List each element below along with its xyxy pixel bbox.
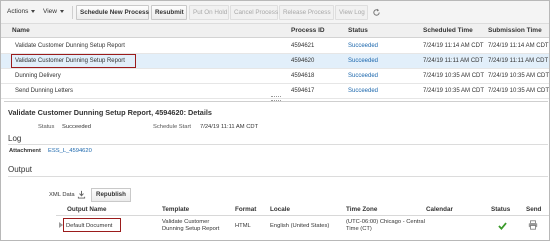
toolbar: Actions View Schedule New Process Resubm… xyxy=(1,1,549,24)
table-row[interactable]: Validate Customer Dunning Setup Report 4… xyxy=(1,39,549,54)
status-label: Status xyxy=(38,124,55,130)
row-submission-time: 7/24/19 11:11 AM CDT xyxy=(488,58,549,64)
row-process-id: 4594618 xyxy=(291,73,315,79)
details-title: Validate Customer Dunning Setup Report, … xyxy=(8,108,212,117)
row-name: Validate Customer Dunning Setup Report xyxy=(15,58,125,64)
column-header-process-id[interactable]: Process ID xyxy=(291,27,325,34)
scheduled-processes-panel: Actions View Schedule New Process Resubm… xyxy=(0,0,550,241)
column-header-output-name[interactable]: Output Name xyxy=(67,206,107,213)
refresh-icon[interactable] xyxy=(372,8,381,17)
column-header-format[interactable]: Format xyxy=(235,206,256,213)
row-submission-time: 7/24/19 10:35 AM CDT xyxy=(488,88,550,94)
row-status-link[interactable]: Succeeded xyxy=(348,43,378,49)
cancel-process-button[interactable]: Cancel Process xyxy=(230,5,278,20)
row-name: Dunning Delivery xyxy=(15,73,61,79)
column-header-scheduled-time[interactable]: Scheduled Time xyxy=(423,27,473,34)
view-menu[interactable]: View xyxy=(43,8,64,15)
chevron-right-icon[interactable] xyxy=(59,222,63,228)
schedule-new-process-button[interactable]: Schedule New Process xyxy=(76,5,149,20)
row-scheduled-time: 7/24/19 11:14 AM CDT xyxy=(423,43,484,49)
row-status-link[interactable]: Succeeded xyxy=(348,58,378,64)
download-icon[interactable] xyxy=(77,190,86,199)
view-log-button[interactable]: View Log xyxy=(335,5,368,20)
column-header-locale[interactable]: Locale xyxy=(270,206,290,213)
output-divider xyxy=(8,176,548,177)
column-header-template[interactable]: Template xyxy=(162,206,189,213)
toolbar-divider xyxy=(72,6,73,19)
release-process-button[interactable]: Release Process xyxy=(279,5,334,20)
row-scheduled-time: 7/24/19 11:11 AM CDT xyxy=(423,58,484,64)
green-check-icon xyxy=(498,222,507,230)
log-divider xyxy=(8,144,548,145)
output-template: Validate Customer Dunning Setup Report xyxy=(162,219,220,232)
table-row-selected[interactable]: Validate Customer Dunning Setup Report 4… xyxy=(1,54,549,69)
xml-data-label: XML Data xyxy=(49,192,75,198)
chevron-down-icon xyxy=(59,9,64,13)
output-format: HTML xyxy=(235,223,251,229)
column-header-calendar[interactable]: Calendar xyxy=(426,206,453,213)
row-submission-time: 7/24/19 11:14 AM CDT xyxy=(488,43,549,49)
row-process-id: 4594620 xyxy=(291,58,315,64)
row-scheduled-time: 7/24/19 10:35 AM CDT xyxy=(423,88,485,94)
column-header-time-zone[interactable]: Time Zone xyxy=(346,206,377,213)
row-submission-time: 7/24/19 10:35 AM CDT xyxy=(488,73,550,79)
schedule-start-value: 7/24/19 11:11 AM CDT xyxy=(200,124,259,130)
column-header-send[interactable]: Send xyxy=(526,206,541,213)
pane-resize-handle[interactable] xyxy=(261,96,291,101)
output-name: Default Document xyxy=(66,223,113,229)
log-heading: Log xyxy=(8,134,22,143)
column-header-status[interactable]: Status xyxy=(348,27,368,34)
row-process-id: 4594621 xyxy=(291,43,315,49)
attachment-link[interactable]: ESS_L_4594620 xyxy=(48,148,92,154)
status-value: Succeeded xyxy=(62,124,92,130)
processes-table-header: Name Process ID Status Scheduled Time Su… xyxy=(1,24,549,38)
output-table-header: Output Name Template Format Locale Time … xyxy=(56,205,549,216)
republish-button[interactable]: Republish xyxy=(91,188,131,202)
column-header-submission-time[interactable]: Submission Time xyxy=(488,27,542,34)
output-locale: English (United States) xyxy=(270,223,330,229)
actions-menu-label: Actions xyxy=(7,8,29,15)
row-name: Validate Customer Dunning Setup Report xyxy=(15,43,125,49)
column-header-name[interactable]: Name xyxy=(12,27,30,34)
row-name: Send Dunning Letters xyxy=(15,88,74,94)
details-divider xyxy=(4,101,548,102)
view-menu-label: View xyxy=(43,8,57,15)
resubmit-button[interactable]: Resubmit xyxy=(151,5,187,20)
put-on-hold-button[interactable]: Put On Hold xyxy=(189,5,229,20)
attachment-label: Attachment xyxy=(9,148,41,154)
chevron-down-icon xyxy=(31,9,36,13)
output-time-zone: (UTC-06:00) Chicago - Central Time (CT) xyxy=(346,219,425,232)
printer-icon[interactable] xyxy=(528,220,538,230)
row-process-id: 4594617 xyxy=(291,88,315,94)
row-scheduled-time: 7/24/19 10:35 AM CDT xyxy=(423,73,485,79)
table-row[interactable]: Dunning Delivery 4594618 Succeeded 7/24/… xyxy=(1,69,550,84)
schedule-start-label: Schedule Start xyxy=(153,124,192,130)
row-status-link[interactable]: Succeeded xyxy=(348,73,378,79)
output-heading: Output xyxy=(8,165,33,174)
actions-menu[interactable]: Actions xyxy=(7,8,36,15)
row-status-link[interactable]: Succeeded xyxy=(348,88,378,94)
column-header-status[interactable]: Status xyxy=(491,206,510,213)
